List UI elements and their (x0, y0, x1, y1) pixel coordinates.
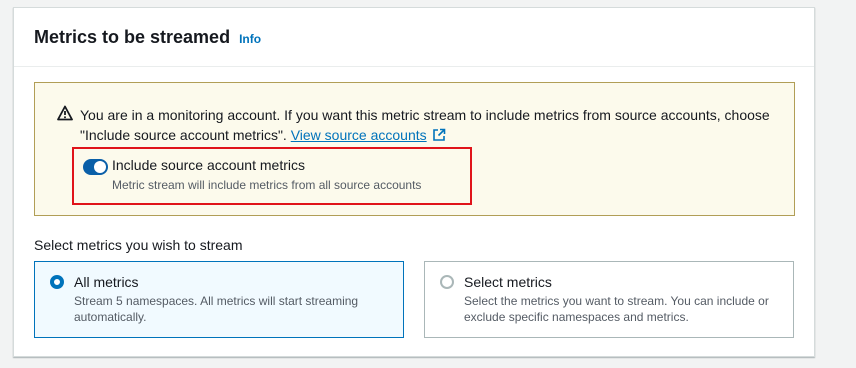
alert-message-block: You are in a monitoring account. If you … (80, 105, 780, 145)
source-accounts-alert: You are in a monitoring account. If you … (34, 82, 795, 216)
all-metrics-radio[interactable] (50, 275, 64, 289)
toggle-description: Metric stream will include metrics from … (112, 178, 422, 192)
all-metrics-tile[interactable]: All metrics Stream 5 namespaces. All met… (34, 261, 404, 338)
toggle-knob (94, 161, 106, 173)
toggle-label: Include source account metrics (112, 157, 305, 173)
info-link[interactable]: Info (239, 32, 261, 46)
warning-icon (57, 105, 73, 121)
include-source-metrics-toggle[interactable] (83, 159, 108, 175)
select-metrics-description: Select the metrics you want to stream. Y… (464, 294, 769, 324)
all-metrics-description: Stream 5 namespaces. All metrics will st… (74, 294, 359, 324)
external-link-icon[interactable] (432, 128, 446, 142)
include-source-metrics-highlight: Include source account metrics Metric st… (72, 147, 472, 205)
metrics-panel: Metrics to be streamed Info You are in a… (13, 7, 815, 357)
panel-header: Metrics to be streamed Info (14, 8, 814, 67)
panel-title: Metrics to be streamed (34, 26, 231, 47)
select-metrics-tile[interactable]: Select metrics Select the metrics you wa… (424, 261, 794, 338)
select-metrics-radio[interactable] (440, 275, 454, 289)
all-metrics-title: All metrics (74, 274, 139, 290)
select-metrics-title: Select metrics (464, 274, 552, 290)
select-metrics-label: Select metrics you wish to stream (34, 237, 243, 253)
view-source-accounts-link[interactable]: View source accounts (291, 127, 427, 143)
